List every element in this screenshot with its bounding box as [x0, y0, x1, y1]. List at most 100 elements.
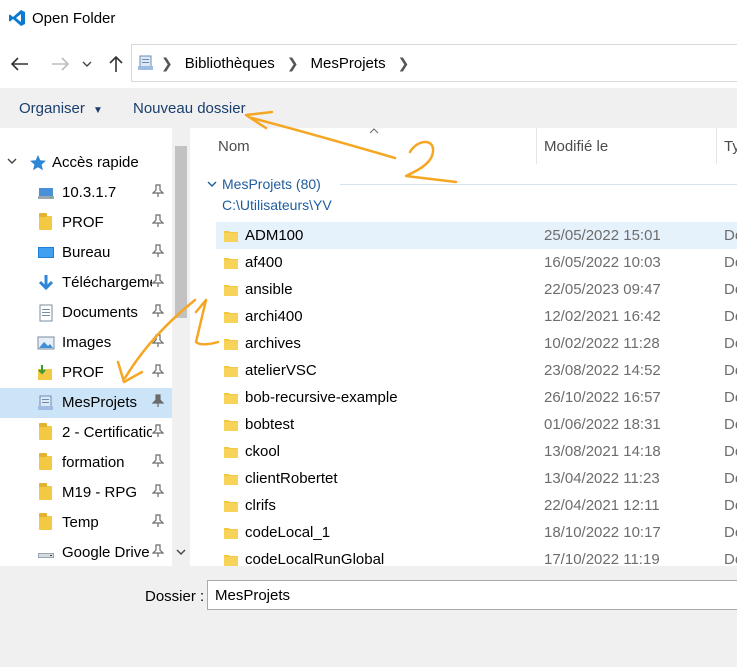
file-type: De — [724, 254, 737, 271]
new-folder-button[interactable]: Nouveau dossier — [133, 100, 246, 117]
file-row[interactable]: codeLocalRunGlobal 17/10/2022 11:19 De — [216, 546, 737, 566]
column-header-type[interactable]: Ty — [724, 138, 737, 155]
file-row[interactable]: atelierVSC 23/08/2022 14:52 De — [216, 357, 737, 384]
download-icon — [37, 274, 55, 292]
sidebar-item-quick-access[interactable]: Accès rapide — [0, 148, 172, 178]
file-type: De — [724, 551, 737, 566]
pin-icon[interactable] — [151, 274, 165, 291]
organise-label: Organiser — [19, 100, 85, 117]
window-title: Open Folder — [32, 10, 116, 27]
arrow-up-icon — [109, 55, 123, 72]
pin-icon[interactable] — [151, 214, 165, 231]
sidebar-item[interactable]: Google Drive — [0, 538, 172, 568]
file-name: ckool — [245, 443, 281, 460]
sidebar-item-label: Téléchargements — [62, 274, 152, 291]
sidebar-item[interactable]: M19 - RPG — [0, 478, 172, 508]
file-row[interactable]: bob-recursive-example 26/10/2022 16:57 De — [216, 384, 737, 411]
sidebar-item-label: PROF — [62, 214, 104, 231]
sidebar-item[interactable]: formation — [0, 448, 172, 478]
sidebar-item[interactable]: PROF — [0, 208, 172, 238]
column-divider[interactable] — [536, 128, 537, 164]
command-bar: Organiser ▼ Nouveau dossier — [0, 88, 737, 128]
back-button[interactable] — [6, 50, 34, 78]
group-divider — [340, 184, 737, 185]
file-row[interactable]: ansible 22/05/2023 09:47 De — [216, 276, 737, 303]
file-row[interactable]: clrifs 22/04/2021 12:11 De — [216, 492, 737, 519]
breadcrumb-mesprojets[interactable]: MesProjets — [311, 55, 386, 72]
forward-button[interactable] — [46, 50, 74, 78]
column-divider[interactable] — [716, 128, 717, 164]
sidebar-item[interactable]: Images — [0, 328, 172, 358]
file-row[interactable]: clientRobertet 13/04/2022 11:23 De — [216, 465, 737, 492]
folder-download-icon — [37, 364, 55, 382]
file-row[interactable]: bobtest 01/06/2022 18:31 De — [216, 411, 737, 438]
sidebar-item[interactable]: 2 - Certification — [0, 418, 172, 448]
folder-icon — [224, 418, 238, 431]
file-name: codeLocalRunGlobal — [245, 551, 385, 566]
file-type: De — [724, 362, 737, 379]
file-name: atelierVSC — [245, 362, 317, 379]
file-type: De — [724, 281, 737, 298]
pin-icon[interactable] — [151, 544, 165, 561]
file-name: archives — [245, 335, 301, 352]
sidebar-item-label: formation — [62, 454, 125, 471]
recent-locations-button[interactable] — [78, 50, 96, 78]
group-header-title[interactable]: MesProjets (80) — [222, 176, 321, 192]
column-header-modified[interactable]: Modifié le — [544, 138, 608, 155]
pin-icon[interactable] — [151, 424, 165, 441]
chevron-down-icon[interactable] — [207, 181, 217, 187]
sidebar-item[interactable]: Documents — [0, 298, 172, 328]
file-row[interactable]: ADM100 25/05/2022 15:01 De — [216, 222, 737, 249]
up-button[interactable] — [102, 50, 130, 78]
file-type: De — [724, 443, 737, 460]
folder-icon — [39, 213, 52, 230]
sidebar-item[interactable]: 10.3.1.7 — [0, 178, 172, 208]
sidebar-item-label: Documents — [62, 304, 138, 321]
pin-icon[interactable] — [151, 364, 165, 381]
breadcrumb-separator[interactable]: ❯ — [398, 55, 410, 72]
file-row[interactable]: ckool 13/08/2021 14:18 De — [216, 438, 737, 465]
file-date: 16/05/2022 10:03 — [544, 254, 661, 271]
pin-icon[interactable] — [151, 394, 165, 411]
sidebar-item[interactable]: Temp — [0, 508, 172, 538]
pin-icon[interactable] — [151, 244, 165, 261]
folder-icon — [224, 310, 238, 323]
sort-ascending-icon — [369, 128, 379, 134]
file-type: De — [724, 524, 737, 541]
file-row[interactable]: codeLocal_1 18/10/2022 10:17 De — [216, 519, 737, 546]
pin-icon[interactable] — [151, 184, 165, 201]
navigation-scrollbar[interactable] — [172, 128, 190, 566]
file-list: Nom Modifié le Ty MesProjets (80) C:\Uti… — [200, 128, 737, 566]
folder-icon — [224, 229, 238, 242]
pin-icon[interactable] — [151, 484, 165, 501]
column-header-name[interactable]: Nom — [218, 138, 250, 155]
file-type: De — [724, 227, 737, 244]
file-row[interactable]: archi400 12/02/2021 16:42 De — [216, 303, 737, 330]
scroll-down-icon[interactable] — [176, 549, 186, 555]
file-date: 22/04/2021 12:11 — [544, 497, 660, 514]
sidebar-item-label: M19 - RPG — [62, 484, 138, 501]
organise-button[interactable]: Organiser ▼ — [19, 100, 103, 117]
sidebar-item-label: PROF — [62, 364, 104, 381]
sidebar-item[interactable]: Téléchargements — [0, 268, 172, 298]
folder-icon — [224, 283, 238, 296]
pin-icon[interactable] — [151, 454, 165, 471]
sidebar-item[interactable]: Bureau — [0, 238, 172, 268]
file-date: 22/05/2023 09:47 — [544, 281, 661, 298]
scrollbar-thumb[interactable] — [175, 146, 187, 318]
arrow-left-icon — [11, 57, 28, 71]
breadcrumb-libraries[interactable]: Bibliothèques — [185, 55, 275, 72]
folder-icon — [39, 423, 52, 440]
pin-icon[interactable] — [151, 514, 165, 531]
file-row[interactable]: af400 16/05/2022 10:03 De — [216, 249, 737, 276]
folder-input[interactable] — [207, 580, 737, 610]
file-name: af400 — [245, 254, 283, 271]
pin-icon[interactable] — [151, 334, 165, 351]
address-bar[interactable]: ❯ Bibliothèques ❯ MesProjets ❯ — [131, 44, 737, 82]
pin-icon[interactable] — [151, 304, 165, 321]
sidebar-item[interactable]: MesProjets — [0, 388, 172, 418]
file-row[interactable]: archives 10/02/2022 11:28 De — [216, 330, 737, 357]
sidebar-item[interactable]: PROF — [0, 358, 172, 388]
group-header-path: C:\Utilisateurs\YV — [222, 197, 332, 213]
chevron-down-icon — [82, 61, 92, 67]
